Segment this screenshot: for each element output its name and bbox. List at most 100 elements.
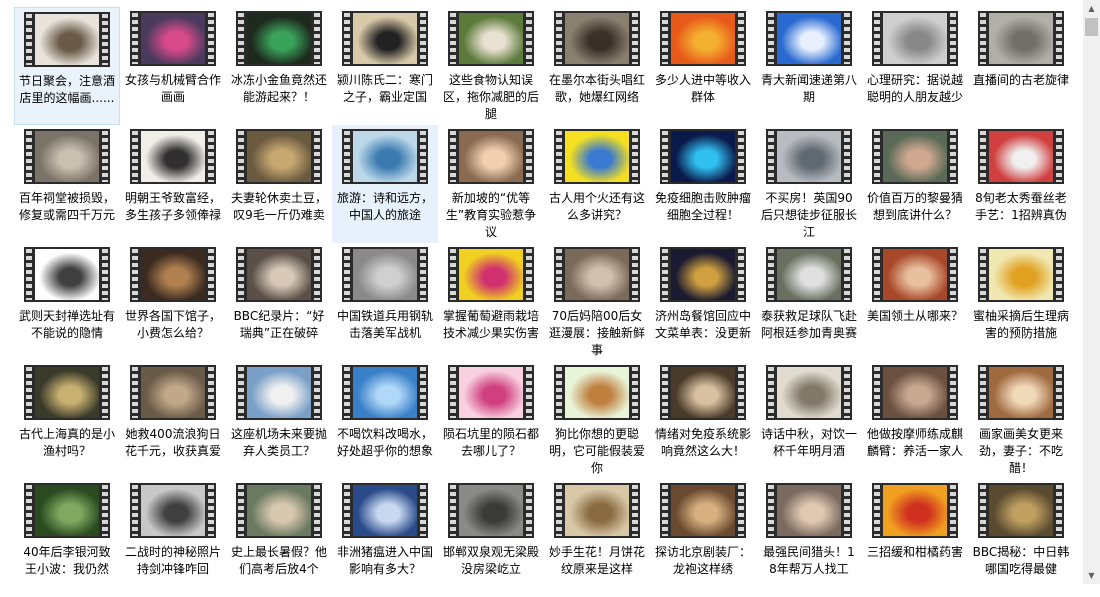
video-item[interactable]: 妙手生花！月饼花纹原来是这样 (544, 479, 650, 597)
video-item[interactable]: 节日聚会，注意酒店里的这幅画...... (14, 7, 120, 125)
video-caption: 古人用个火还有这么多讲究？ (548, 191, 645, 222)
video-item[interactable]: 心理研究：据说越聪明的人朋友越少 (862, 7, 968, 125)
video-thumbnail-icon (448, 483, 534, 538)
video-item[interactable]: 古人用个火还有这么多讲究？ (544, 125, 650, 243)
video-thumbnail-icon (978, 11, 1064, 66)
thumbnail-image (35, 485, 99, 536)
video-thumbnail-icon (978, 129, 1064, 184)
video-item[interactable]: 情绪对免疫系统影响竟然这么大！ (650, 361, 756, 479)
video-item[interactable]: BBC揭秘：中日韩哪国吃得最健 (968, 479, 1074, 597)
video-thumbnail-icon (660, 483, 746, 538)
video-item[interactable]: 泰获救足球队飞赴阿根廷参加青奥赛 (756, 243, 862, 361)
video-item[interactable]: 最强民间猎头！18年帮万人找工 (756, 479, 862, 597)
video-thumbnail-icon (24, 129, 110, 184)
video-item[interactable]: 在墨尔本街头唱红歌，她爆红网络 (544, 7, 650, 125)
video-caption: 明朝王爷致富经，多生孩子多领俸禄 (124, 191, 221, 222)
video-thumbnail-icon (24, 365, 110, 420)
video-thumbnail-icon (448, 11, 534, 66)
thumbnail-image (989, 131, 1053, 182)
video-item[interactable]: 不买房！英国90后只想徒步征服长江 (756, 125, 862, 243)
video-thumbnail-icon (342, 11, 428, 66)
thumbnail-image (247, 485, 311, 536)
video-item[interactable]: 她救400流浪狗日花千元，收获真爱 (120, 361, 226, 479)
video-caption: 史上最长暑假？他们高考后放4个 (230, 545, 327, 576)
video-item[interactable]: 中国铁道兵用钢轨击落美军战机 (332, 243, 438, 361)
video-item[interactable]: 不喝饮料改喝水，好处超乎你的想象 (332, 361, 438, 479)
video-caption: 不买房！英国90后只想徒步征服长江 (760, 191, 857, 239)
video-item[interactable]: 邯郸双泉观无梁殿没房梁屹立 (438, 479, 544, 597)
thumbnail-image (141, 367, 205, 418)
video-item[interactable]: 颍川陈氏二：寒门之子，霸业定国 (332, 7, 438, 125)
video-item[interactable]: 武则天封禅选址有不能说的隐情 (14, 243, 120, 361)
video-thumbnail-icon (554, 129, 640, 184)
thumbnail-image (883, 131, 947, 182)
thumbnail-image (989, 367, 1053, 418)
video-item[interactable]: 直播间的古老旋律 (968, 7, 1074, 125)
video-caption: 这座机场未来要抛弃人类员工？ (230, 427, 327, 458)
video-item[interactable]: 掌握葡萄避雨栽培技术减少果实伤害 (438, 243, 544, 361)
video-item[interactable]: 青大新闻速递第八期 (756, 7, 862, 125)
video-caption: 武则天封禅选址有不能说的隐情 (18, 309, 115, 340)
video-item[interactable]: 新加坡的“优等生”教育实验惹争议 (438, 125, 544, 243)
video-item[interactable]: 三招缓和柑橘药害 (862, 479, 968, 597)
video-item[interactable]: 这座机场未来要抛弃人类员工？ (226, 361, 332, 479)
video-caption: 8旬老太秀蚕丝老手艺：1招辨真伪 (975, 191, 1067, 222)
video-item[interactable]: 画家画美女更来劲，妻子：不吃醋！ (968, 361, 1074, 479)
video-item[interactable]: 多少人进中等收入群体 (650, 7, 756, 125)
scroll-up-arrow-icon[interactable]: ▲ (1083, 0, 1100, 17)
thumbnail-image (565, 485, 629, 536)
video-item[interactable]: 8旬老太秀蚕丝老手艺：1招辨真伪 (968, 125, 1074, 243)
video-item[interactable]: 这些食物认知误区，拖你减肥的后腿 (438, 7, 544, 125)
video-thumbnail-icon (236, 11, 322, 66)
thumbnail-image (459, 13, 523, 64)
video-caption: BBC纪录片：“好瑞典”正在破碎 (233, 309, 325, 340)
scrollbar-thumb[interactable] (1085, 18, 1098, 36)
thumbnail-image (883, 485, 947, 536)
thumbnail-image (883, 249, 947, 300)
video-thumbnail-icon (978, 365, 1064, 420)
thumbnail-image (35, 249, 99, 300)
video-thumbnail-icon (554, 247, 640, 302)
video-item[interactable]: 明朝王爷致富经，多生孩子多领俸禄 (120, 125, 226, 243)
video-item[interactable]: 40年后李银河致王小波：我仍然 (14, 479, 120, 597)
video-item[interactable]: 史上最长暑假？他们高考后放4个 (226, 479, 332, 597)
video-item[interactable]: 夫妻轮休卖土豆，叹9毛一斤仍难卖 (226, 125, 332, 243)
video-item[interactable]: 陨石坑里的陨石都去哪儿了？ (438, 361, 544, 479)
video-thumbnail-icon (24, 247, 110, 302)
video-item[interactable]: 济州岛餐馆回应中文菜单表：没更新 (650, 243, 756, 361)
video-caption: 40年后李银河致王小波：我仍然 (23, 545, 111, 576)
video-item[interactable]: 百年祠堂被损毁，修复或需四千万元 (14, 125, 120, 243)
video-item[interactable]: 诗话中秋，对饮一杯千年明月酒 (756, 361, 862, 479)
video-item[interactable]: 女孩与机械臂合作画画 (120, 7, 226, 125)
video-item[interactable]: 70后妈陪00后女逛漫展：接触新鲜事 (544, 243, 650, 361)
video-thumbnail-icon (766, 247, 852, 302)
video-thumbnail-icon (978, 247, 1064, 302)
video-item[interactable]: 古代上海真的是小渔村吗？ (14, 361, 120, 479)
video-item[interactable]: 冰冻小金鱼竟然还能游起来？！ (226, 7, 332, 125)
video-item[interactable]: 免疫细胞击败肿瘤细胞全过程！ (650, 125, 756, 243)
video-caption: 颍川陈氏二：寒门之子，霸业定国 (336, 73, 433, 104)
video-thumbnail-icon (236, 483, 322, 538)
video-item[interactable]: 美国领土从哪来？ (862, 243, 968, 361)
scroll-down-arrow-icon[interactable]: ▼ (1083, 567, 1100, 584)
video-item[interactable]: 世界各国下馆子，小费怎么给？ (120, 243, 226, 361)
video-item[interactable]: 蜜柚采摘后生理病害的预防措施 (968, 243, 1074, 361)
video-caption: 他做按摩师练成麒麟臂：养活一家人 (866, 427, 963, 458)
thumbnail-image (671, 367, 735, 418)
video-thumbnail-icon (130, 483, 216, 538)
video-item[interactable]: 价值百万的黎曼猜想到底讲什么？ (862, 125, 968, 243)
video-item[interactable]: BBC纪录片：“好瑞典”正在破碎 (226, 243, 332, 361)
video-caption: 中国铁道兵用钢轨击落美军战机 (336, 309, 433, 340)
video-thumbnail-icon (24, 483, 110, 538)
video-item[interactable]: 他做按摩师练成麒麟臂：养活一家人 (862, 361, 968, 479)
video-thumbnail-icon (660, 365, 746, 420)
vertical-scrollbar[interactable]: ▲ ▼ (1083, 0, 1100, 584)
video-item[interactable]: 探访北京剧装厂：龙袍这样绣 (650, 479, 756, 597)
video-item[interactable]: 狗比你想的更聪明，它可能假装爱你 (544, 361, 650, 479)
video-item[interactable]: 旅游：诗和远方，中国人的旅途 (332, 125, 438, 243)
thumbnail-image (565, 249, 629, 300)
video-item[interactable]: 二战时的神秘照片 持剑冲锋咋回 (120, 479, 226, 597)
thumbnail-image (565, 13, 629, 64)
video-caption: 美国领土从哪来？ (866, 309, 963, 323)
video-item[interactable]: 非洲猪瘟进入中国影响有多大？ (332, 479, 438, 597)
